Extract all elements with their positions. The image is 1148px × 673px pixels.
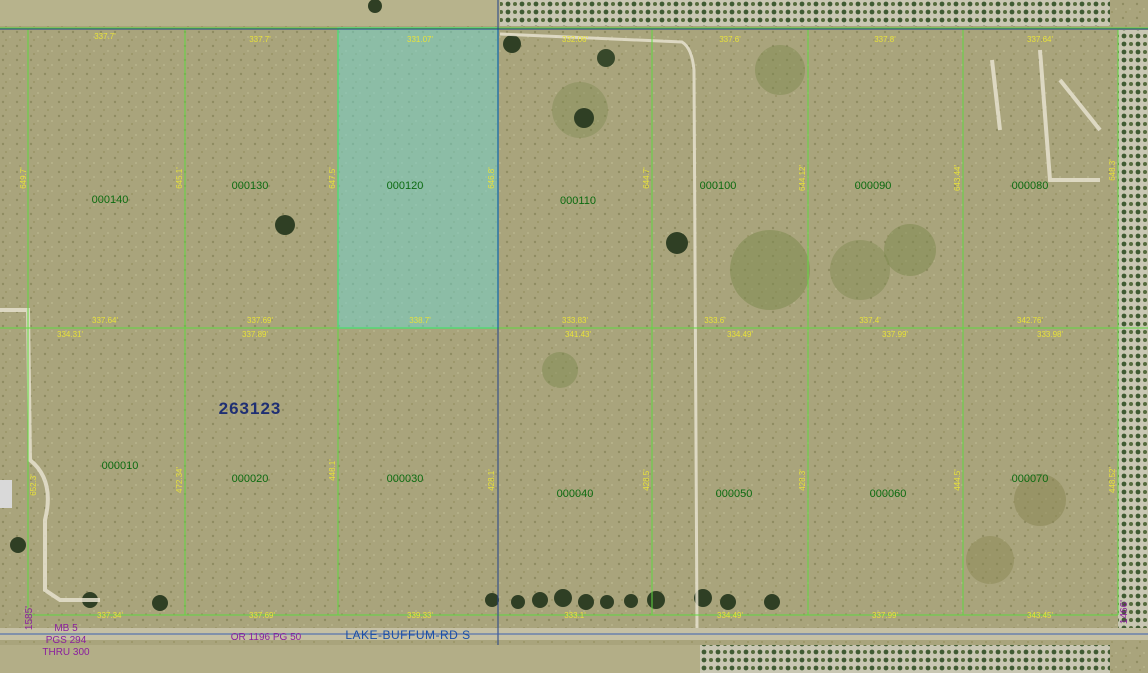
road-name-label: LAKE-BUFFUM-RD S [345, 628, 470, 642]
dimension-label: 333.1' [564, 611, 586, 620]
plat-book-line: THRU 300 [42, 647, 90, 658]
tree [152, 595, 168, 611]
parcel-label[interactable]: 000130 [232, 180, 269, 192]
dimension-label: 331.07' [407, 35, 433, 44]
dimension-label: 648.3' [1108, 159, 1117, 181]
dimension-label: 337.7' [249, 35, 271, 44]
tree [578, 594, 594, 610]
dimension-label: 444.5' [953, 469, 962, 491]
dimension-label: 472.34' [175, 467, 184, 493]
tree-cluster [966, 536, 1014, 584]
dimension-label: 643.44' [953, 165, 962, 191]
dimension-label: 333.6' [704, 316, 726, 325]
dimension-label: 343.45' [1027, 611, 1053, 620]
tree-cluster [884, 224, 936, 276]
parcel-label[interactable]: 000040 [557, 488, 594, 500]
dimension-label: 428.1' [487, 469, 496, 491]
road-book-reference: OR 1196 PG 50 [231, 632, 302, 643]
dimension-label: 645.1' [175, 167, 184, 189]
dimension-label: 337.34' [97, 611, 123, 620]
plat-book-line: PGS 294 [46, 635, 87, 646]
tree [275, 215, 295, 235]
dimension-label: 337.99' [882, 330, 908, 339]
dimension-label: 647.5' [328, 167, 337, 189]
tree [647, 591, 665, 609]
dimension-label: 448.1' [328, 459, 337, 481]
dimension-label: 334.49' [727, 330, 753, 339]
dimension-label: 448.52' [1108, 467, 1117, 493]
building [0, 480, 12, 508]
tree [720, 594, 736, 610]
dimension-label: 652.3' [29, 474, 38, 496]
tree [10, 537, 26, 553]
parcel-label[interactable]: 000060 [870, 488, 907, 500]
parcel-label[interactable]: 000070 [1012, 473, 1049, 485]
tree-cluster [730, 230, 810, 310]
dimension-label: 649.7' [19, 167, 28, 189]
dimension-label: 333.83' [562, 316, 588, 325]
grove-bottom [700, 645, 1110, 673]
tree [666, 232, 688, 254]
dimension-label: 337.6' [719, 35, 741, 44]
parcel-label[interactable]: 000030 [387, 473, 424, 485]
dimension-label: 646.8' [487, 167, 496, 189]
selected-parcel-highlight[interactable] [337, 27, 499, 329]
tree [764, 594, 780, 610]
dimension-label: 644.7' [642, 167, 651, 189]
tree [597, 49, 615, 67]
dimension-label: 337.99' [872, 611, 898, 620]
tree-cluster [542, 352, 578, 388]
parcel-label[interactable]: 000010 [102, 460, 139, 472]
parcel-label[interactable]: 000020 [232, 473, 269, 485]
dimension-label: 337.64' [1027, 35, 1053, 44]
parcel-label[interactable]: 000110 [560, 195, 596, 207]
field-bottom-left [0, 645, 700, 673]
dimension-label: 332.06' [562, 35, 588, 44]
dimension-label: 337.69' [249, 611, 275, 620]
dimension-label: 339.33' [407, 611, 433, 620]
dimension-label: 337.64' [92, 316, 118, 325]
dimension-label: 341.43' [565, 330, 591, 339]
dimension-label: 337.4' [859, 316, 881, 325]
edge-distance-left: 1585' [24, 606, 35, 630]
tree-cluster [755, 45, 805, 95]
dimension-label: 342.76' [1017, 316, 1043, 325]
grove-top [500, 0, 1110, 26]
parcel-label[interactable]: 000090 [855, 180, 892, 192]
tree-cluster [830, 240, 890, 300]
dimension-label: 428.5' [642, 469, 651, 491]
dimension-label: 337.8' [874, 35, 896, 44]
tree [574, 108, 594, 128]
dimension-label: 428.3' [798, 469, 807, 491]
tree [511, 595, 525, 609]
parcel-label[interactable]: 000120 [387, 180, 424, 192]
parcel-map: 000140 000130 000120 000110 000100 00009… [0, 0, 1148, 673]
dimension-label: 337.89' [242, 330, 268, 339]
dimension-label: 337.69' [247, 316, 273, 325]
parcel-label[interactable]: 000100 [700, 180, 737, 192]
dimension-label: 338.7' [409, 316, 431, 325]
dimension-label: 333.98' [1037, 330, 1063, 339]
tree [554, 589, 572, 607]
edge-distance-right: 1466' [1119, 600, 1130, 624]
parcel-label[interactable]: 000080 [1012, 180, 1049, 192]
dimension-label: 644.12' [798, 165, 807, 191]
dimension-label: 337.7' [94, 32, 116, 41]
grove-right [1118, 30, 1148, 630]
tree [600, 595, 614, 609]
tree [624, 594, 638, 608]
parcel-label[interactable]: 000050 [716, 488, 753, 500]
section-number-label: 263123 [219, 399, 282, 418]
field-top-left [0, 0, 500, 26]
parcel-label[interactable]: 000140 [92, 194, 129, 206]
tree [532, 592, 548, 608]
tree [503, 35, 521, 53]
dimension-label: 334.49' [717, 611, 743, 620]
dimension-label: 334.31' [57, 330, 83, 339]
tree [485, 593, 499, 607]
plat-book-line: MB 5 [54, 623, 78, 634]
